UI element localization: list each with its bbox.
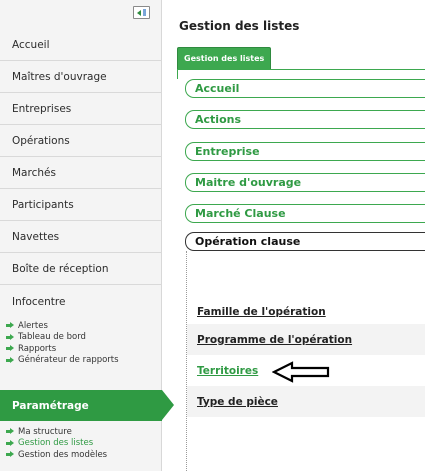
- arrow-right-icon: [6, 439, 15, 447]
- nav-label: Maîtres d'ouvrage: [12, 71, 107, 83]
- nav-label: Marchés: [12, 167, 56, 179]
- subnav-label: Gestion des listes: [18, 438, 94, 449]
- category-actions[interactable]: Actions: [185, 110, 425, 129]
- nav-label: Entreprises: [12, 103, 72, 115]
- sidebar: Accueil Maîtres d'ouvrage Entreprises Op…: [0, 0, 174, 471]
- subnav-generateur-rapports[interactable]: Générateur de rapports: [0, 355, 162, 367]
- nav-operations[interactable]: Opérations: [0, 126, 162, 157]
- main-content: Gestion des listes Gestion des listes Ac…: [163, 0, 425, 471]
- arrow-right-icon: [6, 333, 15, 341]
- category-maitre-ouvrage[interactable]: Maitre d'ouvrage: [185, 173, 425, 192]
- nav-infocentre[interactable]: Infocentre: [0, 286, 162, 317]
- subnav-tableau-de-bord[interactable]: Tableau de bord: [0, 332, 162, 344]
- nav-label: Boîte de réception: [12, 263, 109, 275]
- category-entreprise[interactable]: Entreprise: [185, 142, 425, 161]
- subnav-alertes[interactable]: Alertes: [0, 320, 162, 332]
- list-item-link[interactable]: Type de pièce: [197, 396, 278, 408]
- list-item-famille-operation[interactable]: Famille de l'opération: [187, 296, 425, 327]
- arrow-right-icon: [6, 356, 15, 364]
- nav-label: Navettes: [12, 231, 60, 243]
- tab-rail: [177, 69, 178, 79]
- list-item-link[interactable]: Famille de l'opération: [197, 306, 326, 318]
- nav-label: Opérations: [12, 135, 70, 147]
- nav-label: Participants: [12, 199, 74, 211]
- subnav-label: Alertes: [18, 320, 48, 331]
- nav-entreprises[interactable]: Entreprises: [0, 94, 162, 125]
- subnav-ma-structure[interactable]: Ma structure: [0, 426, 162, 438]
- list-item-type-piece[interactable]: Type de pièce: [187, 386, 425, 417]
- nav-maitres-ouvrage[interactable]: Maîtres d'ouvrage: [0, 62, 162, 93]
- list-item-programme-operation[interactable]: Programme de l'opération: [187, 324, 425, 355]
- list-item-territoires[interactable]: Territoires: [187, 355, 425, 386]
- subnav-label: Tableau de bord: [18, 332, 86, 343]
- collapse-sidebar-icon[interactable]: [133, 6, 150, 19]
- list-item-link[interactable]: Territoires: [197, 365, 258, 377]
- arrow-right-icon: [6, 345, 15, 352]
- nav-parametrage[interactable]: Paramétrage: [0, 390, 174, 421]
- nav-participants[interactable]: Participants: [0, 190, 162, 221]
- category-marche-clause[interactable]: Marché Clause: [185, 204, 425, 223]
- parametrage-submenu: Ma structure Gestion des listes Gestion …: [0, 426, 162, 461]
- subnav-label: Gestion des modèles: [18, 449, 108, 460]
- nav-accueil[interactable]: Accueil: [0, 30, 162, 61]
- pointer-arrow-icon: [272, 361, 330, 383]
- arrow-right-icon: [6, 451, 15, 458]
- arrow-right-icon: [6, 322, 15, 329]
- subnav-rapports[interactable]: Rapports: [0, 343, 162, 355]
- nav-label: Paramétrage: [12, 399, 89, 412]
- arrow-right-icon: [6, 428, 15, 435]
- infocentre-submenu: Alertes Tableau de bord Rapports Générat…: [0, 320, 162, 366]
- page-title: Gestion des listes: [179, 19, 300, 33]
- subnav-gestion-listes[interactable]: Gestion des listes: [0, 438, 162, 450]
- list-item-link[interactable]: Programme de l'opération: [197, 334, 352, 346]
- tab-gestion-listes[interactable]: Gestion des listes: [177, 47, 272, 69]
- nav-label: Infocentre: [12, 295, 66, 308]
- nav-boite-reception[interactable]: Boîte de réception: [0, 254, 162, 285]
- category-accueil[interactable]: Accueil: [185, 79, 425, 98]
- category-operation-clause[interactable]: Opération clause: [185, 232, 425, 251]
- subnav-label: Ma structure: [18, 426, 72, 437]
- subnav-label: Générateur de rapports: [18, 355, 119, 366]
- nav-marches[interactable]: Marchés: [0, 158, 162, 189]
- subnav-label: Rapports: [18, 343, 57, 354]
- nav-navettes[interactable]: Navettes: [0, 222, 162, 253]
- subnav-gestion-modeles[interactable]: Gestion des modèles: [0, 449, 162, 461]
- nav-label: Accueil: [12, 39, 50, 51]
- tab-underline: [177, 69, 425, 70]
